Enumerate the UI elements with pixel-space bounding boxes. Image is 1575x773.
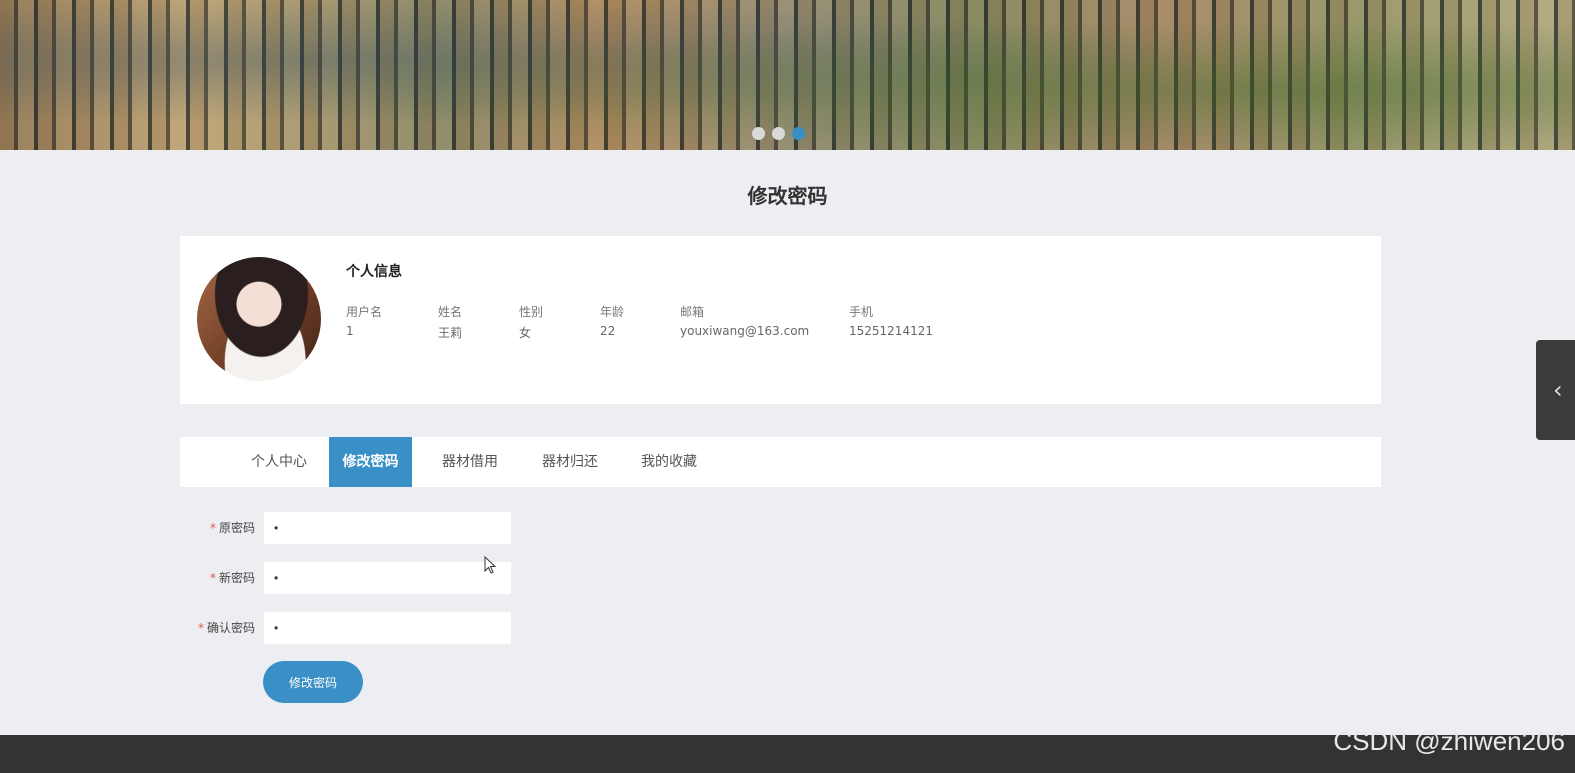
tab-equipment-return[interactable]: 器材归还: [529, 437, 611, 487]
profile-field-name: 姓名 王莉: [438, 303, 462, 341]
profile-field-value: youxiwang@163.com: [680, 324, 810, 338]
new-password-label: * 新密码: [180, 561, 255, 595]
confirm-password-input[interactable]: [263, 611, 512, 645]
profile-field-label: 姓名: [438, 305, 463, 319]
tab-change-password[interactable]: 修改密码: [329, 437, 412, 487]
new-password-label-text: 新密码: [218, 571, 255, 585]
profile-field-value: 女: [519, 326, 532, 340]
chevron-left-icon: ‹: [1553, 376, 1563, 404]
tab-personal-center[interactable]: 个人中心: [238, 437, 320, 487]
side-panel-toggle[interactable]: ‹: [1536, 340, 1575, 440]
confirm-password-label-text: 确认密码: [206, 621, 255, 635]
profile-field-label: 手机: [849, 305, 874, 319]
profile-field-age: 年龄 22: [600, 303, 624, 338]
profile-field-value: 15251214121: [849, 324, 933, 338]
banner-dot-2[interactable]: [772, 127, 785, 140]
avatar: [197, 257, 321, 381]
old-password-label-text: 原密码: [218, 521, 255, 535]
old-password-input[interactable]: [263, 511, 512, 545]
change-password-button[interactable]: 修改密码: [263, 661, 363, 703]
profile-field-phone: 手机 15251214121: [849, 303, 933, 338]
profile-field-label: 年龄: [600, 305, 625, 319]
page-title: 修改密码: [747, 184, 828, 208]
watermark: CSDN @zhiwen206: [1333, 726, 1565, 756]
profile-field-gender: 性别 女: [519, 303, 543, 341]
profile-field-value: 王莉: [438, 326, 463, 340]
mouse-cursor-icon: [484, 556, 496, 574]
profile-field-email: 邮箱 youxiwang@163.com: [680, 303, 809, 338]
confirm-password-label: * 确认密码: [180, 611, 255, 645]
profile-field-value: 22: [600, 324, 616, 338]
profile-tabs: 个人中心 修改密码 器材借用 器材归还 我的收藏: [180, 437, 1381, 487]
profile-heading: 个人信息: [346, 264, 402, 280]
banner-pagination: [752, 127, 805, 140]
tab-equipment-borrow[interactable]: 器材借用: [429, 437, 511, 487]
new-password-input[interactable]: [263, 561, 512, 595]
old-password-label: * 原密码: [180, 511, 255, 545]
required-mark: *: [197, 621, 204, 635]
profile-field-label: 用户名: [346, 305, 383, 319]
banner-dot-1[interactable]: [752, 127, 765, 140]
profile-field-value: 1: [346, 324, 354, 338]
required-mark: *: [209, 571, 216, 585]
profile-field-label: 性别: [519, 305, 544, 319]
profile-field-username: 用户名 1: [346, 303, 382, 338]
required-mark: *: [209, 521, 216, 535]
banner-dot-3[interactable]: [792, 127, 805, 140]
tab-my-favorites[interactable]: 我的收藏: [628, 437, 710, 487]
profile-field-label: 邮箱: [680, 305, 705, 319]
